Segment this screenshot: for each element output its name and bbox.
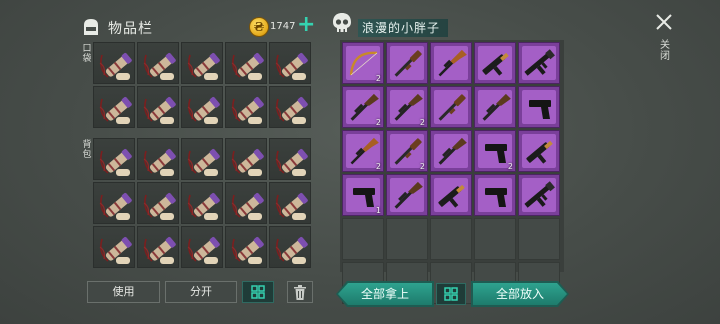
container-slot[interactable] bbox=[518, 130, 560, 172]
split-button[interactable]: 分开 bbox=[165, 281, 237, 303]
container-slot[interactable] bbox=[474, 174, 516, 216]
container-slot[interactable] bbox=[518, 86, 560, 128]
backpack-label: 背包 bbox=[82, 140, 92, 160]
gold-amount: 1747 bbox=[270, 21, 296, 32]
pocket-slot[interactable] bbox=[269, 86, 311, 128]
take-all-button[interactable]: 全部拿上 bbox=[338, 283, 432, 305]
close-icon[interactable] bbox=[655, 13, 673, 31]
container-slot[interactable]: 1 bbox=[342, 174, 384, 216]
backpack-grid bbox=[93, 138, 311, 268]
pocket-slot[interactable] bbox=[181, 86, 223, 128]
container-slot[interactable]: 2 bbox=[342, 130, 384, 172]
container-slot[interactable] bbox=[386, 174, 428, 216]
sort-container-button[interactable] bbox=[436, 283, 466, 305]
gold-coin-icon: ₴ bbox=[249, 17, 269, 37]
backpack-slot[interactable] bbox=[93, 226, 135, 268]
container-slot[interactable] bbox=[386, 42, 428, 84]
use-button[interactable]: 使用 bbox=[87, 281, 160, 303]
backpack-slot[interactable] bbox=[269, 182, 311, 224]
item-count: 2 bbox=[375, 162, 381, 171]
container-owner-name: 浪漫的小胖子 bbox=[358, 19, 449, 37]
container-slot[interactable] bbox=[430, 130, 472, 172]
backpack-slot[interactable] bbox=[137, 138, 179, 180]
pocket-slot[interactable] bbox=[181, 42, 223, 84]
item-count: 2 bbox=[419, 162, 425, 171]
pocket-slot[interactable] bbox=[93, 86, 135, 128]
container-slot[interactable]: 2 bbox=[342, 86, 384, 128]
backpack-slot[interactable] bbox=[181, 138, 223, 180]
container-slot[interactable] bbox=[430, 218, 472, 260]
container-slot[interactable]: 2 bbox=[386, 130, 428, 172]
pocket-label: 口袋 bbox=[82, 44, 92, 64]
item-count: 2 bbox=[419, 118, 425, 127]
backpack-slot[interactable] bbox=[225, 226, 267, 268]
item-count: 1 bbox=[375, 206, 381, 215]
container-slot[interactable] bbox=[474, 86, 516, 128]
container-slot[interactable] bbox=[342, 218, 384, 260]
container-slot[interactable] bbox=[518, 42, 560, 84]
container-slot[interactable] bbox=[518, 174, 560, 216]
skull-icon bbox=[333, 13, 351, 32]
container-slot[interactable] bbox=[430, 174, 472, 216]
item-count: 2 bbox=[375, 74, 381, 83]
backpack-slot[interactable] bbox=[269, 226, 311, 268]
trash-icon bbox=[294, 285, 306, 300]
sort-inventory-button[interactable] bbox=[242, 281, 274, 303]
pocket-slot[interactable] bbox=[93, 42, 135, 84]
backpack-slot[interactable] bbox=[137, 226, 179, 268]
backpack-slot[interactable] bbox=[93, 182, 135, 224]
pocket-grid bbox=[93, 42, 311, 128]
grid-sort-icon bbox=[444, 287, 458, 301]
pocket-slot[interactable] bbox=[137, 86, 179, 128]
backpack-slot[interactable] bbox=[269, 138, 311, 180]
backpack-slot[interactable] bbox=[137, 182, 179, 224]
backpack-slot[interactable] bbox=[181, 226, 223, 268]
backpack-slot[interactable] bbox=[181, 182, 223, 224]
container-slot[interactable]: 2 bbox=[342, 42, 384, 84]
pocket-slot[interactable] bbox=[225, 42, 267, 84]
item-count: 2 bbox=[507, 162, 513, 171]
backpack-slot[interactable] bbox=[225, 182, 267, 224]
container-slot[interactable] bbox=[430, 86, 472, 128]
pocket-slot[interactable] bbox=[269, 42, 311, 84]
container-slot[interactable] bbox=[386, 218, 428, 260]
close-label[interactable]: 关闭 bbox=[659, 40, 671, 62]
backpack-slot[interactable] bbox=[93, 138, 135, 180]
add-gold-button[interactable]: + bbox=[297, 14, 315, 36]
backpack-slot[interactable] bbox=[225, 138, 267, 180]
discard-button[interactable] bbox=[287, 281, 313, 303]
container-slot[interactable] bbox=[518, 218, 560, 260]
grid-sort-icon bbox=[251, 285, 265, 299]
container-slot[interactable]: 2 bbox=[474, 130, 516, 172]
put-all-button[interactable]: 全部放入 bbox=[473, 283, 567, 305]
inventory-title: 物品栏 bbox=[108, 21, 153, 37]
container-grid: 2 2 2 2 2 2 1 bbox=[342, 42, 560, 304]
pocket-slot[interactable] bbox=[137, 42, 179, 84]
container-slot[interactable] bbox=[474, 42, 516, 84]
backpack-icon bbox=[84, 19, 98, 35]
container-slot[interactable]: 2 bbox=[386, 86, 428, 128]
pocket-slot[interactable] bbox=[225, 86, 267, 128]
container-slot[interactable] bbox=[430, 42, 472, 84]
container-slot[interactable] bbox=[474, 218, 516, 260]
item-count: 2 bbox=[375, 118, 381, 127]
